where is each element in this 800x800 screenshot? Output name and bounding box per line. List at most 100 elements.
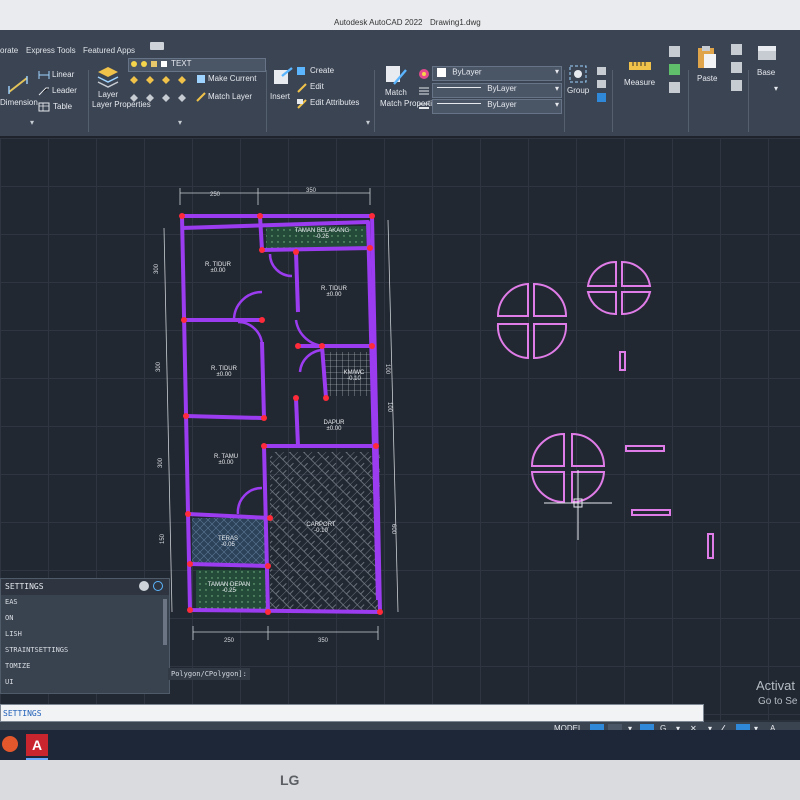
linear-icon: [38, 70, 50, 80]
color-dropdown[interactable]: ByLayer ▾: [432, 66, 562, 81]
utilities-icons[interactable]: [668, 44, 682, 98]
command-panel-title: SETTINGS: [5, 582, 44, 591]
clipboard-icons[interactable]: [730, 42, 744, 98]
dim-left-3: 300: [158, 457, 165, 469]
tab-express-tools[interactable]: Express Tools: [26, 46, 76, 55]
command-suggestion[interactable]: ON: [1, 611, 169, 627]
chevron-down-icon[interactable]: ▾: [30, 118, 34, 127]
chevron-down-icon[interactable]: ▾: [366, 118, 370, 127]
command-suggestion[interactable]: UI: [1, 675, 169, 691]
ribbon-divider: [612, 70, 613, 132]
room-label: TERAS -0.05: [204, 536, 252, 548]
command-suggestion-panel: SETTINGS EAS ON LISH STRAINTSETTINGS TOM…: [0, 578, 170, 694]
room-level: -0.05: [221, 542, 235, 548]
lineweight-preview: [437, 103, 481, 104]
ribbon-divider: [688, 70, 689, 132]
paste-button[interactable]: Paste: [697, 74, 717, 83]
room-level: ±0.00: [326, 292, 342, 298]
create-icon: [296, 64, 308, 76]
monitor-bezel: LG: [0, 760, 800, 800]
base-view-icon[interactable]: [756, 44, 778, 62]
dim-top-left: 250: [210, 192, 221, 198]
command-panel-header: SETTINGS: [1, 579, 169, 595]
linear-button[interactable]: Linear: [52, 70, 74, 79]
dim-top-right: 350: [306, 188, 317, 194]
make-current-icon: [196, 74, 206, 84]
command-suggestion[interactable]: TOMIZE: [1, 659, 169, 675]
layer-tools-icons[interactable]: [128, 74, 198, 86]
table-button[interactable]: Table: [53, 102, 72, 111]
activation-watermark: Activat: [756, 678, 796, 693]
linetype-value: ByLayer: [487, 84, 517, 93]
paste-icon[interactable]: [696, 44, 718, 70]
fixture-symbols: [496, 260, 714, 559]
room-level: ±0.00: [326, 426, 342, 432]
insert-icon[interactable]: [272, 66, 294, 88]
dim-left-4: 150: [160, 533, 167, 545]
create-block-button[interactable]: Create: [310, 66, 334, 75]
room-label: DAPUR ±0.00: [310, 420, 358, 432]
autocad-icon[interactable]: A: [26, 734, 48, 756]
leader-button[interactable]: Leader: [52, 86, 77, 95]
command-history-line: Polygon/CPolygon]:: [168, 668, 250, 680]
layer-state-icons[interactable]: [128, 92, 198, 104]
dim-right-1: 100: [384, 363, 391, 375]
room-level: -0.10: [347, 376, 361, 382]
command-suggestion[interactable]: STRAINTSETTINGS: [1, 643, 169, 659]
color-swatch: [437, 68, 446, 77]
match-properties-label-1: Match: [385, 88, 407, 97]
command-suggestion[interactable]: EAS: [1, 595, 169, 611]
dim-left-2: 300: [156, 361, 163, 373]
chevron-down-icon[interactable]: ▾: [774, 84, 778, 93]
help-icon[interactable]: [139, 581, 149, 591]
room-label: KM/WC -0.10: [334, 370, 374, 382]
dim-left-1: 300: [154, 263, 161, 275]
dimension-button[interactable]: Dimension: [0, 98, 38, 107]
chevron-down-icon: ▾: [554, 67, 559, 76]
ungroup-icon[interactable]: [596, 66, 608, 106]
edit-attributes-button[interactable]: Edit Attributes: [310, 98, 359, 107]
globe-icon[interactable]: [153, 581, 163, 591]
group-button[interactable]: Group: [567, 86, 589, 95]
layer-properties-icon[interactable]: [96, 64, 120, 88]
ribbon-divider: [374, 70, 375, 132]
edit-block-button[interactable]: Edit: [310, 82, 324, 91]
insert-button[interactable]: Insert: [270, 92, 290, 101]
room-label: R. TIDUR ±0.00: [190, 262, 246, 274]
room-level: -0.25: [315, 234, 329, 240]
tab-collaborate[interactable]: orate: [0, 46, 18, 55]
firefox-icon[interactable]: [2, 736, 18, 752]
room-label: R. TIDUR ±0.00: [306, 286, 362, 298]
layer-name: TEXT: [171, 59, 192, 69]
chevron-down-icon[interactable]: ▾: [178, 118, 182, 127]
app-title: Autodesk AutoCAD 2022: [334, 18, 423, 27]
room-level: ±0.00: [218, 460, 234, 466]
ribbon-divider: [564, 70, 565, 132]
tab-featured-apps[interactable]: Featured Apps: [83, 46, 135, 55]
measure-icon[interactable]: [628, 58, 652, 74]
match-properties-icon[interactable]: [384, 64, 408, 86]
room-label: TAMAN BELAKANG -0.25: [280, 228, 364, 240]
workspace-toggle-icon[interactable]: [150, 42, 164, 50]
measure-button[interactable]: Measure: [624, 78, 655, 87]
command-suggestion[interactable]: LISH: [1, 627, 169, 643]
linetype-dropdown[interactable]: ByLayer ▾: [432, 83, 562, 98]
taskbar: A: [0, 730, 800, 760]
linetype-preview: [437, 87, 481, 88]
lineweight-dropdown[interactable]: ByLayer ▾: [432, 99, 562, 114]
base-button[interactable]: Base: [757, 68, 775, 77]
command-input[interactable]: SETTINGS: [0, 704, 704, 722]
match-layer-button[interactable]: Match Layer: [208, 92, 252, 101]
linetype-icon: [418, 85, 430, 95]
color-value: ByLayer: [452, 67, 482, 77]
ribbon-divider: [88, 70, 89, 132]
group-icon[interactable]: [568, 64, 590, 84]
scrollbar[interactable]: [163, 599, 167, 645]
room-label: R. TAMU ±0.00: [198, 454, 254, 466]
lineweight-icon: [418, 101, 430, 111]
make-current-button[interactable]: Make Current: [208, 74, 256, 83]
dimension-icon[interactable]: [6, 74, 30, 96]
layer-dropdown[interactable]: TEXT: [128, 58, 266, 72]
file-name: Drawing1.dwg: [430, 18, 481, 27]
brand-logo: LG: [280, 772, 300, 788]
